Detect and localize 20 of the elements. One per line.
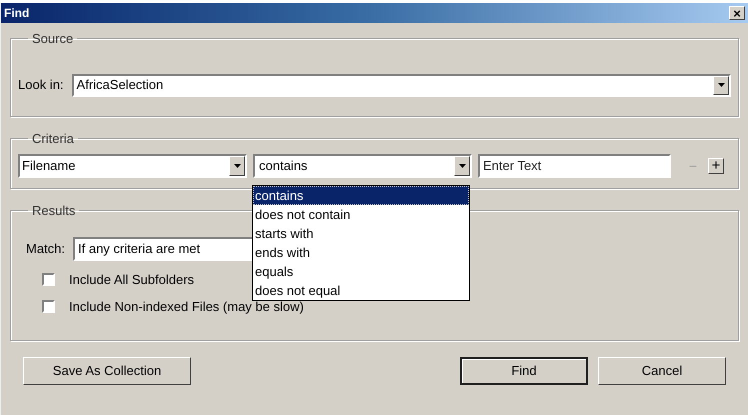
- group-label: Criteria: [31, 130, 75, 148]
- add-button[interactable]: +: [708, 158, 724, 174]
- operator-dropdown[interactable]: contains: [253, 154, 472, 178]
- checkbox-label: Include All Subfolders: [69, 270, 194, 288]
- checkbox[interactable]: [42, 300, 55, 314]
- cancel-button[interactable]: Cancel: [598, 357, 726, 385]
- look-in-label: Look in:: [18, 76, 64, 94]
- group-label: Results: [31, 202, 76, 220]
- group-label: Source: [31, 30, 74, 48]
- field-dropdown[interactable]: Filename: [18, 154, 247, 178]
- checkbox[interactable]: [42, 272, 55, 286]
- match-label: Match:: [26, 240, 66, 258]
- find-button[interactable]: Find: [460, 357, 588, 385]
- look-in-dropdown[interactable]: AfricaSelection: [72, 74, 731, 96]
- save-collection-button[interactable]: Save As Collection: [23, 357, 191, 385]
- dropdown-option[interactable]: contains: [253, 186, 469, 205]
- checkbox-label: Include Non-indexed Files (may be slow): [69, 298, 304, 316]
- window-title: Find: [4, 5, 30, 22]
- text-input-field[interactable]: Enter Text: [478, 154, 671, 178]
- close-button[interactable]: ×: [729, 6, 745, 20]
